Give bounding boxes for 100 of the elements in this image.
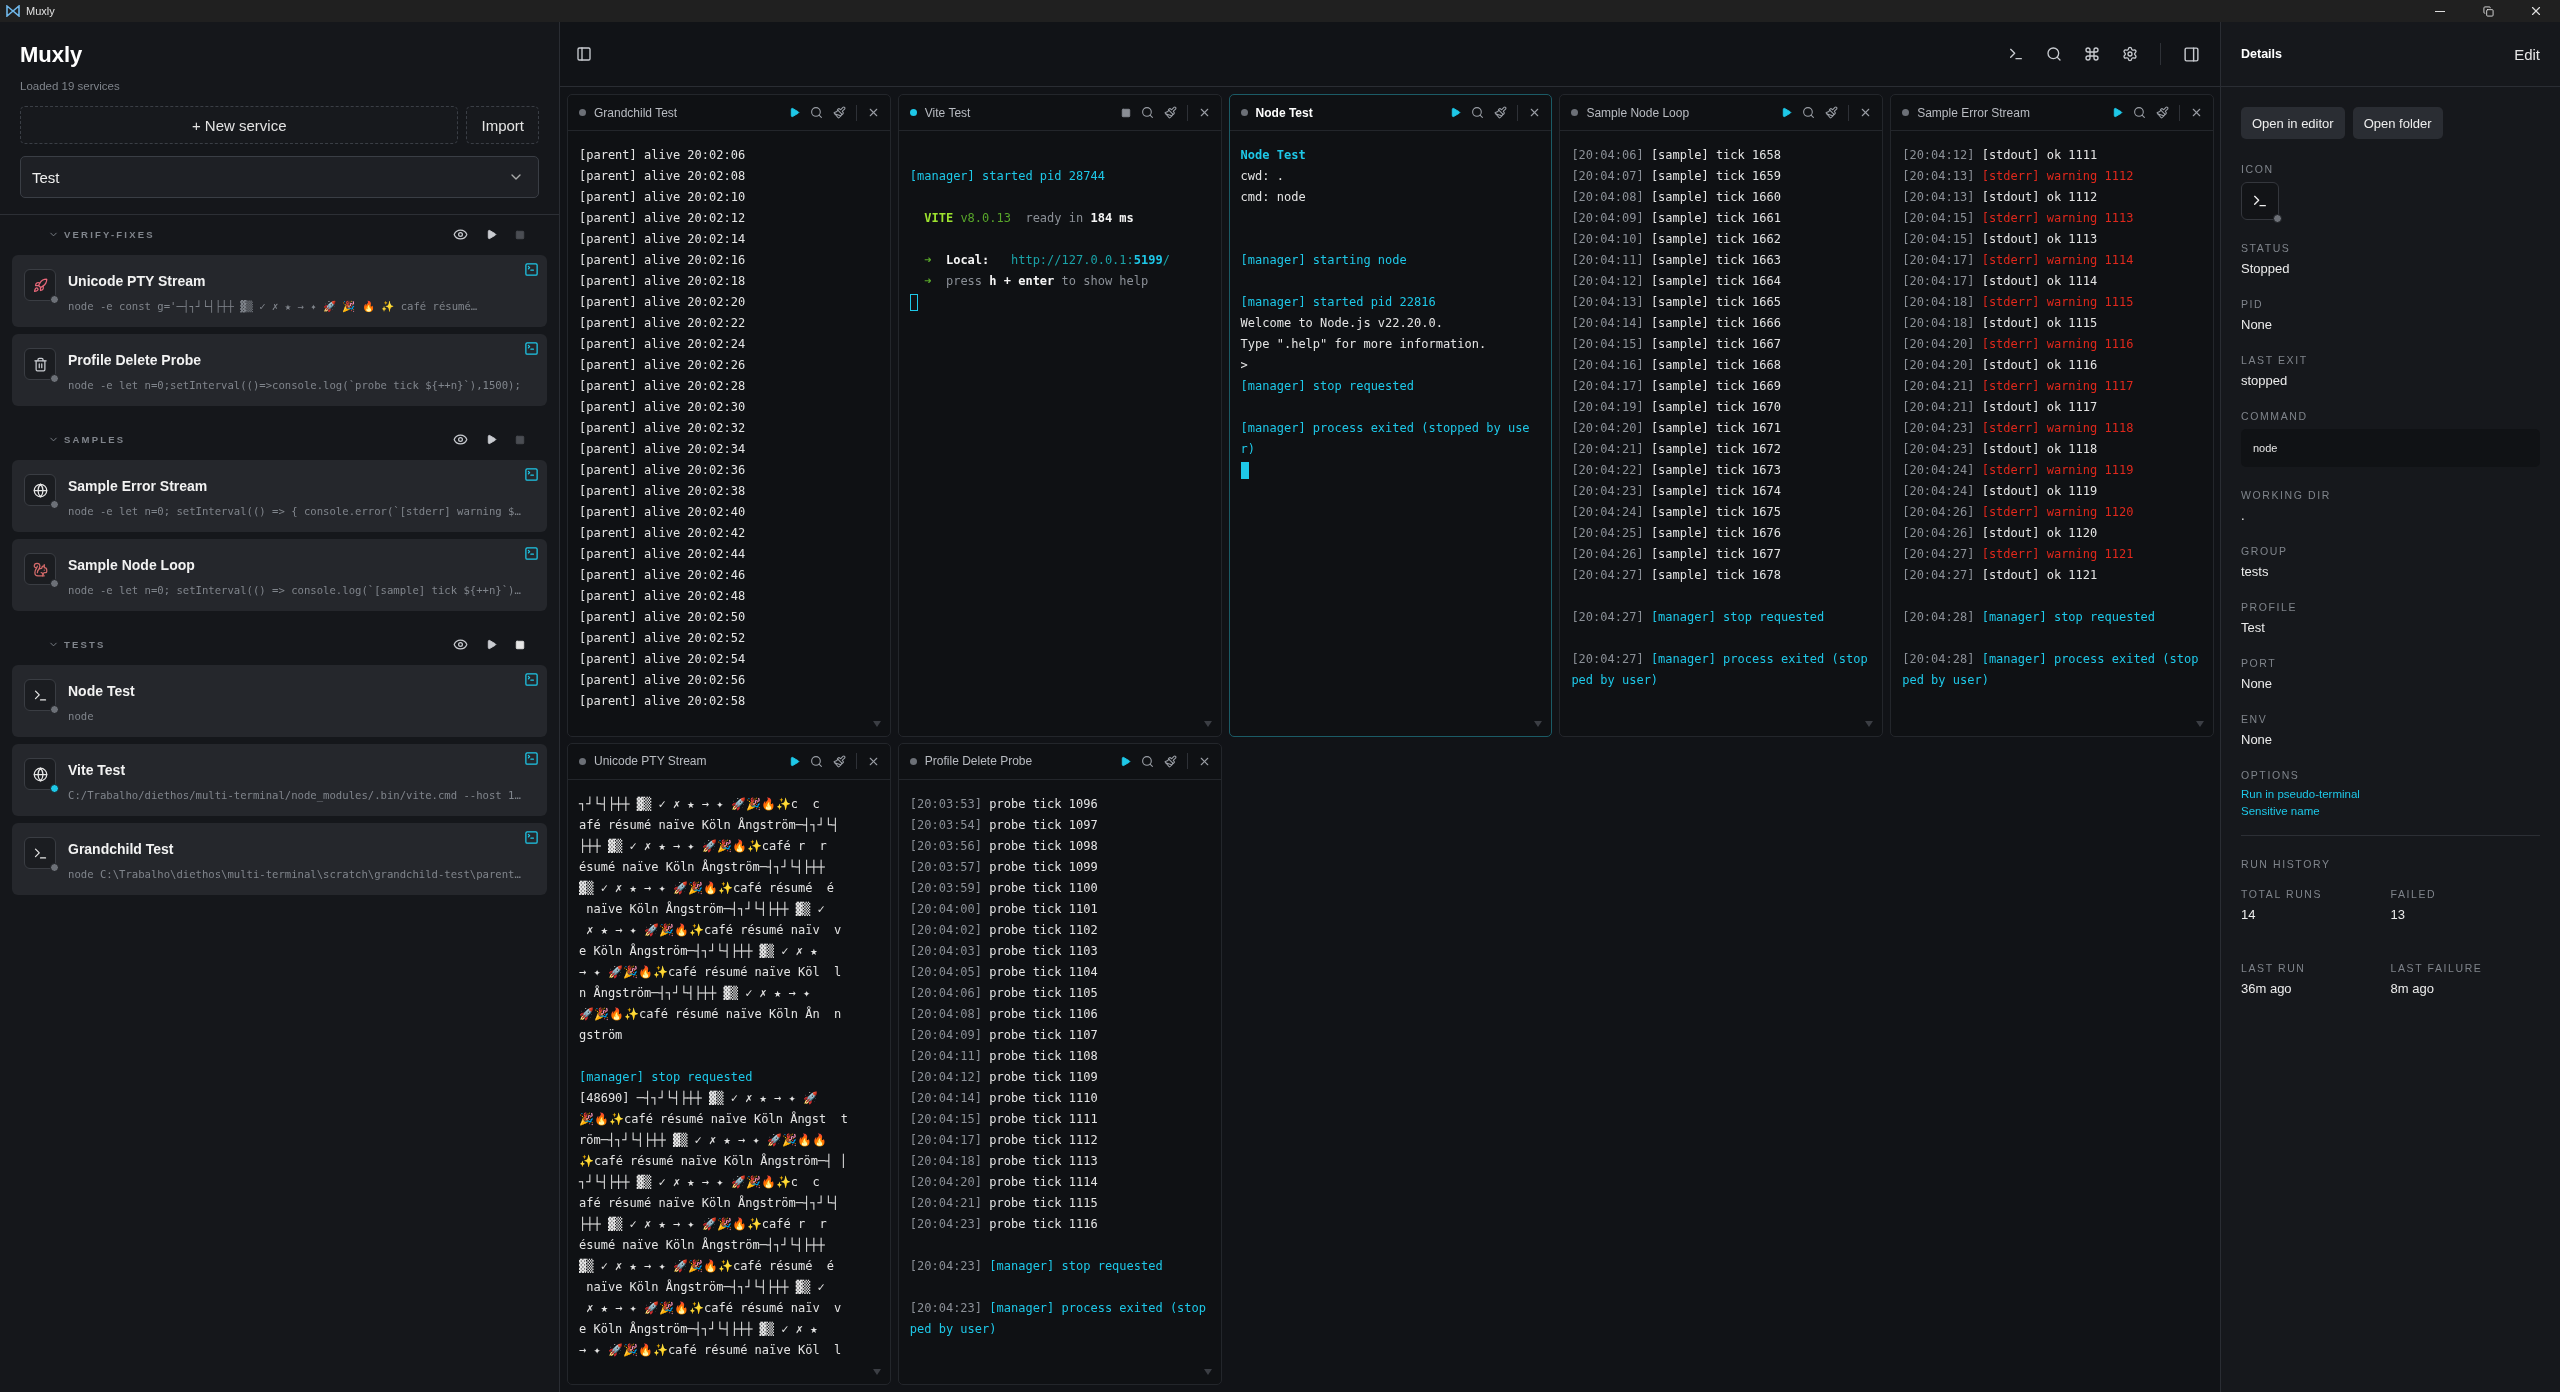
command-icon[interactable]: [2084, 46, 2100, 62]
service-card[interactable]: Sample Node Loop node -e let n=0; setInterval(() => console.log(`[sample] tick ${++n}`)…: [12, 539, 547, 611]
brush-icon[interactable]: [2156, 106, 2169, 119]
terminal-line: [20:04:11] [sample] tick 1663: [1571, 252, 1782, 269]
terminal-line: [20:04:18] [stdout] ok 1115: [1902, 315, 2099, 332]
terminal-line: [20:04:28] [manager] process exited (stopped by user): [1902, 651, 2200, 689]
sidebar-toggle-icon[interactable]: [576, 46, 592, 62]
play-icon[interactable]: [486, 639, 497, 650]
terminal-pane[interactable]: Vite Test [manager] started pid 28744 VITE v8.0.13 ready in 184 ms ➜ Local: http://127.0.0.1:5199/ ➜ press h + enter to show help: [897, 94, 1222, 737]
terminal-line: [parent] alive 20:02:18: [579, 273, 747, 290]
terminal-line: [20:04:14] [sample] tick 1666: [1571, 315, 1782, 332]
profile-select[interactable]: Test: [20, 156, 539, 198]
brush-icon[interactable]: [1163, 754, 1177, 768]
terminal-line: [20:04:15] [sample] tick 1667: [1571, 336, 1782, 353]
service-command: node -e let n=0; setInterval(() => { console.error(`[stderr] warning $…: [68, 505, 521, 517]
eye-icon[interactable]: [453, 637, 468, 652]
terminal-line: [20:04:14] probe tick 1110: [909, 1089, 1099, 1107]
edit-button[interactable]: Edit: [2514, 45, 2540, 63]
brush-icon[interactable]: [1163, 106, 1177, 119]
terminal-pane[interactable]: [567, 742, 891, 1385]
brush-icon[interactable]: [832, 106, 846, 119]
group-label: TESTS: [64, 639, 106, 650]
service-card[interactable]: Sample Error Stream node -e let n=0; setInterval(() => { console.error(`[stderr] warning $…: [12, 460, 547, 532]
terminal-icon[interactable]: [524, 672, 539, 687]
play-icon[interactable]: [486, 434, 497, 445]
terminal-icon[interactable]: [2008, 46, 2024, 62]
brush-icon[interactable]: [1825, 106, 1839, 119]
service-name: Profile Delete Probe: [68, 352, 202, 368]
terminal-icon[interactable]: [524, 262, 539, 277]
terminal-pane[interactable]: [1890, 94, 2214, 737]
field-label: GROUP: [2241, 545, 2288, 557]
service-card[interactable]: Unicode PTY Stream node -e const g='─┤┐┘└┤├┼┼ ▓▒ ✓ ✗ ★ → ✦ 🚀 🎉 🔥 ✨ café résumé…: [12, 255, 547, 327]
terminal-line: ┐┘└┤├┼┼ ▓▒ ✓ ✗ ★ → ✦ 🚀🎉🔥✨c c: [579, 1173, 821, 1191]
import-button[interactable]: Import: [466, 106, 539, 144]
app-logo-icon: [6, 5, 20, 17]
terminal-line: [parent] alive 20:02:22: [579, 315, 747, 332]
terminal-line: [20:04:13] [stderr] warning 1112: [1902, 168, 2135, 185]
terminal-line: [parent] alive 20:02:08: [579, 168, 747, 185]
minimize-icon: [2435, 10, 2445, 12]
service-name: Sample Node Loop: [68, 557, 195, 573]
search-icon[interactable]: [809, 106, 823, 119]
terminal-pane[interactable]: [1559, 94, 1884, 737]
search-icon[interactable]: [2133, 106, 2146, 119]
search-icon[interactable]: [2046, 46, 2062, 62]
play-icon[interactable]: [788, 107, 800, 118]
terminal-line: [20:04:21] [sample] tick 1672: [1571, 441, 1782, 458]
terminal-line: [parent] alive 20:02:58: [579, 693, 747, 710]
settings-icon[interactable]: [2122, 46, 2138, 62]
search-icon[interactable]: [1140, 754, 1154, 768]
terminal-line: [20:04:11] probe tick 1108: [909, 1047, 1099, 1065]
terminal-line: [20:04:07] [sample] tick 1659: [1571, 168, 1782, 185]
play-icon[interactable]: [1781, 107, 1793, 118]
service-card[interactable]: Profile Delete Probe node -e let n=0;setInterval(()=>console.log(`probe tick ${++n}`),1500);: [12, 334, 547, 406]
terminal-line: [20:04:20] probe tick 1114: [909, 1173, 1099, 1191]
eye-icon[interactable]: [453, 432, 468, 447]
action-button[interactable]: Open in editor: [2241, 107, 2345, 139]
panel-toggle-icon[interactable]: [2183, 45, 2200, 63]
brush-icon[interactable]: [832, 754, 846, 768]
terminal-icon[interactable]: [524, 830, 539, 845]
field-label: ENV: [2241, 713, 2268, 725]
service-card[interactable]: Vite Test C:/Trabalho/diethos/multi-terminal/node_modules/.bin/vite.cmd --host 1…: [12, 744, 547, 816]
terminal-icon[interactable]: [524, 341, 539, 356]
play-icon[interactable]: [2112, 107, 2123, 118]
terminal-pane[interactable]: [567, 94, 891, 737]
globe-icon: [32, 482, 48, 498]
terminal-icon[interactable]: [524, 467, 539, 482]
terminal-pane[interactable]: [897, 742, 1222, 1385]
new-service-button[interactable]: + New service: [20, 106, 459, 144]
terminal-icon[interactable]: [524, 546, 539, 561]
play-icon[interactable]: [788, 755, 800, 767]
terminal-line: [manager] stop requested: [1240, 378, 1415, 395]
search-icon[interactable]: [1471, 106, 1485, 119]
close-icon[interactable]: [2190, 106, 2203, 119]
terminal-line: [20:04:20] [stdout] ok 1116: [1902, 357, 2099, 374]
terminal-line: ésumé naïve Köln Ångström─┤┐┘└┤├┼┼: [579, 1236, 826, 1254]
play-icon[interactable]: [1450, 107, 1462, 118]
play-icon[interactable]: [486, 229, 497, 240]
play-icon[interactable]: [1119, 755, 1131, 767]
action-button[interactable]: Open folder: [2352, 107, 2443, 139]
terminal-line: ├┼┼ ▓▒ ✓ ✗ ★ → ✦ 🚀🎉🔥✨café r r: [579, 1215, 828, 1233]
terminal-line: [20:04:20] [stderr] warning 1116: [1902, 336, 2135, 353]
option-link[interactable]: Run in pseudo-terminal: [2241, 788, 2360, 800]
terminal-line: [20:04:21] [stdout] ok 1117: [1902, 399, 2099, 416]
terminal-icon[interactable]: [524, 751, 539, 766]
stop-icon[interactable]: [1120, 107, 1131, 118]
service-card[interactable]: Grandchild Test node C:\Trabalho\diethos\multi-terminal\scratch\grandchild-test\parent…: [12, 823, 547, 895]
terminal-line: [20:04:18] [stderr] warning 1115: [1902, 294, 2135, 311]
eye-icon[interactable]: [453, 227, 468, 242]
terminal-line: 🎉🔥✨café résumé naïve Köln Ångst t: [579, 1110, 849, 1128]
service-command: C:/Trabalho/diethos/multi-terminal/node_modules/.bin/vite.cmd --host 1…: [68, 789, 521, 801]
field-label: PORT: [2241, 657, 2277, 669]
option-link[interactable]: Sensitive name: [2241, 805, 2360, 817]
terminal-line: ➜ Local: http://127.0.0.1:5199/: [923, 252, 1171, 269]
terminal-line: [20:04:24] [stderr] warning 1119: [1902, 462, 2135, 479]
brush-icon[interactable]: [1494, 106, 1508, 119]
service-card[interactable]: Node Test node: [12, 665, 547, 737]
search-icon[interactable]: [1140, 106, 1154, 119]
search-icon[interactable]: [809, 754, 823, 768]
terminal-line: ▓▒ ✓ ✗ ★ → ✦ 🚀🎉🔥✨café résumé é: [579, 1257, 836, 1275]
search-icon[interactable]: [1802, 106, 1816, 119]
